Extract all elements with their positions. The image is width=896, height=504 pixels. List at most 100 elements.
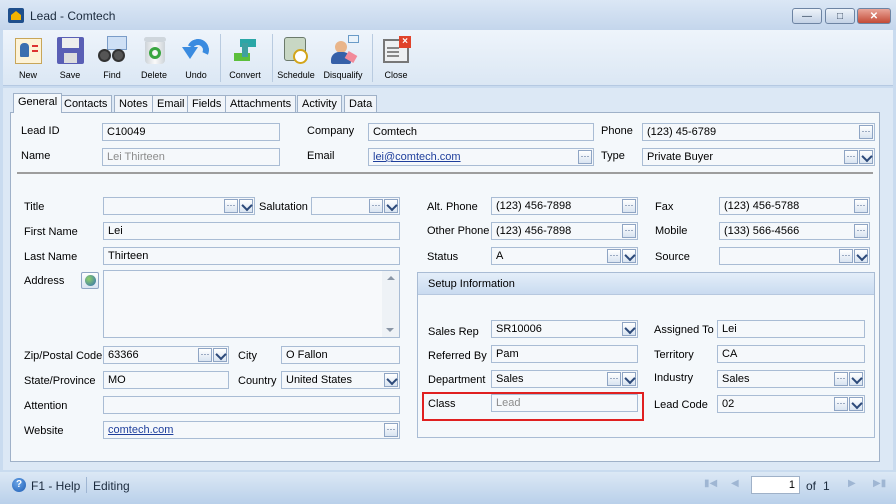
- alt-phone-field[interactable]: (123) 456-7898 ···: [491, 197, 638, 215]
- tab-general[interactable]: General: [13, 93, 63, 113]
- scroll-down-icon[interactable]: [386, 328, 394, 332]
- delete-button[interactable]: Delete: [136, 30, 172, 84]
- save-button[interactable]: Save: [52, 30, 88, 84]
- page-number-input[interactable]: 1: [751, 476, 800, 494]
- other-phone-field[interactable]: (123) 456-7898 ···: [491, 222, 638, 240]
- fax-lookup-button[interactable]: ···: [854, 199, 868, 213]
- disqualify-button[interactable]: Disqualify: [320, 30, 366, 84]
- address-scrollbar[interactable]: [382, 271, 399, 337]
- previous-page-button[interactable]: ◀: [731, 478, 743, 492]
- new-button[interactable]: New: [10, 30, 46, 84]
- chevron-down-icon[interactable]: [213, 348, 227, 362]
- referred-by-field[interactable]: Pam: [491, 345, 638, 363]
- last-name-field[interactable]: Thirteen: [103, 247, 400, 265]
- chevron-down-icon[interactable]: [622, 322, 636, 336]
- source-dropdown[interactable]: ···: [719, 247, 870, 265]
- email-link[interactable]: lei@comtech.com: [373, 151, 461, 163]
- last-page-button[interactable]: ▶▮: [873, 478, 886, 492]
- next-page-button[interactable]: ▶: [848, 478, 860, 492]
- tab-data[interactable]: Data: [344, 95, 378, 113]
- source-lookup-button[interactable]: ···: [839, 249, 853, 263]
- industry-dropdown[interactable]: Sales ···: [717, 370, 865, 388]
- industry-lookup-button[interactable]: ···: [834, 372, 848, 386]
- first-page-icon: ▮◀: [704, 478, 718, 489]
- sales-rep-dropdown[interactable]: SR10006: [491, 320, 638, 338]
- toolbar-separator: [372, 34, 373, 82]
- tab-contacts[interactable]: Contacts: [59, 95, 113, 113]
- scroll-up-icon[interactable]: [386, 276, 395, 280]
- type-lookup-button[interactable]: ···: [844, 150, 858, 164]
- help-shortcut[interactable]: F1 - Help: [31, 479, 80, 493]
- address-textarea[interactable]: [103, 270, 400, 338]
- lead-code-lookup-button[interactable]: ···: [834, 397, 848, 411]
- undo-button[interactable]: Undo: [178, 30, 214, 84]
- minimize-button[interactable]: —: [792, 8, 822, 24]
- status-lookup-button[interactable]: ···: [607, 249, 621, 263]
- address-map-button[interactable]: [81, 272, 99, 289]
- recycle-bin-icon: [139, 35, 169, 65]
- chevron-down-icon[interactable]: [384, 199, 398, 213]
- find-button[interactable]: Find: [94, 30, 130, 84]
- phone-field[interactable]: (123) 45-6789 ···: [642, 123, 875, 141]
- first-name-field[interactable]: Lei: [103, 222, 400, 240]
- website-field[interactable]: comtech.com ···: [103, 421, 400, 439]
- department-lookup-button[interactable]: ···: [607, 372, 621, 386]
- zip-dropdown[interactable]: 63366 ···: [103, 346, 229, 364]
- first-page-button[interactable]: ▮◀: [704, 478, 718, 492]
- territory-field[interactable]: CA: [717, 345, 865, 363]
- title-dropdown[interactable]: ···: [103, 197, 255, 215]
- mobile-lookup-button[interactable]: ···: [854, 224, 868, 238]
- email-lookup-button[interactable]: ···: [578, 150, 592, 164]
- zip-lookup-button[interactable]: ···: [198, 348, 212, 362]
- chevron-down-icon[interactable]: [622, 372, 636, 386]
- phone-lookup-button[interactable]: ···: [859, 125, 873, 139]
- alt-phone-lookup-button[interactable]: ···: [622, 199, 636, 213]
- chevron-down-icon[interactable]: [239, 199, 253, 213]
- chevron-down-icon[interactable]: [849, 397, 863, 411]
- tab-notes[interactable]: Notes: [114, 95, 153, 113]
- app-icon: [8, 8, 24, 23]
- country-dropdown[interactable]: United States: [281, 371, 400, 389]
- website-lookup-button[interactable]: ···: [384, 423, 398, 437]
- type-dropdown[interactable]: Private Buyer ···: [642, 148, 875, 166]
- close-window-button[interactable]: ✕: [857, 8, 891, 24]
- assigned-to-field[interactable]: Lei: [717, 320, 865, 338]
- name-field[interactable]: Lei Thirteen: [102, 148, 280, 166]
- undo-arrow-icon: [181, 35, 213, 65]
- lead-code-dropdown[interactable]: 02 ···: [717, 395, 865, 413]
- close-button[interactable]: × Close: [378, 30, 414, 84]
- other-phone-lookup-button[interactable]: ···: [622, 224, 636, 238]
- lead-id-field[interactable]: C10049: [102, 123, 280, 141]
- fax-field[interactable]: (123) 456-5788 ···: [719, 197, 870, 215]
- tab-attachments[interactable]: Attachments: [225, 95, 297, 113]
- tab-activity[interactable]: Activity: [297, 95, 342, 113]
- tab-fields[interactable]: Fields: [187, 95, 227, 113]
- company-field[interactable]: Comtech: [368, 123, 594, 141]
- title-lookup-button[interactable]: ···: [224, 199, 238, 213]
- email-field[interactable]: lei@comtech.com ···: [368, 148, 594, 166]
- website-link[interactable]: comtech.com: [108, 424, 173, 436]
- page-of-label: of: [806, 479, 817, 493]
- chevron-down-icon[interactable]: [859, 150, 873, 164]
- state-field[interactable]: MO: [103, 371, 229, 389]
- mobile-field[interactable]: (133) 566-4566 ···: [719, 222, 870, 240]
- convert-button[interactable]: Convert: [224, 30, 266, 84]
- chevron-down-icon[interactable]: [854, 249, 868, 263]
- attention-field[interactable]: [103, 396, 400, 414]
- chevron-down-icon[interactable]: [849, 372, 863, 386]
- salutation-lookup-button[interactable]: ···: [369, 199, 383, 213]
- salutation-dropdown[interactable]: ···: [311, 197, 400, 215]
- industry-label: Industry: [654, 372, 694, 384]
- department-dropdown[interactable]: Sales ···: [491, 370, 638, 388]
- maximize-button[interactable]: □: [825, 8, 855, 24]
- status-separator: [86, 477, 87, 493]
- mobile-value: (133) 566-4566: [724, 225, 800, 237]
- minimize-icon: —: [802, 10, 812, 22]
- chevron-down-icon[interactable]: [622, 249, 636, 263]
- tab-email[interactable]: Email: [152, 95, 190, 113]
- status-dropdown[interactable]: A ···: [491, 247, 638, 265]
- city-field[interactable]: O Fallon: [281, 346, 400, 364]
- schedule-button[interactable]: Schedule: [276, 30, 316, 84]
- help-icon[interactable]: ?: [12, 478, 26, 492]
- chevron-down-icon[interactable]: [384, 373, 398, 387]
